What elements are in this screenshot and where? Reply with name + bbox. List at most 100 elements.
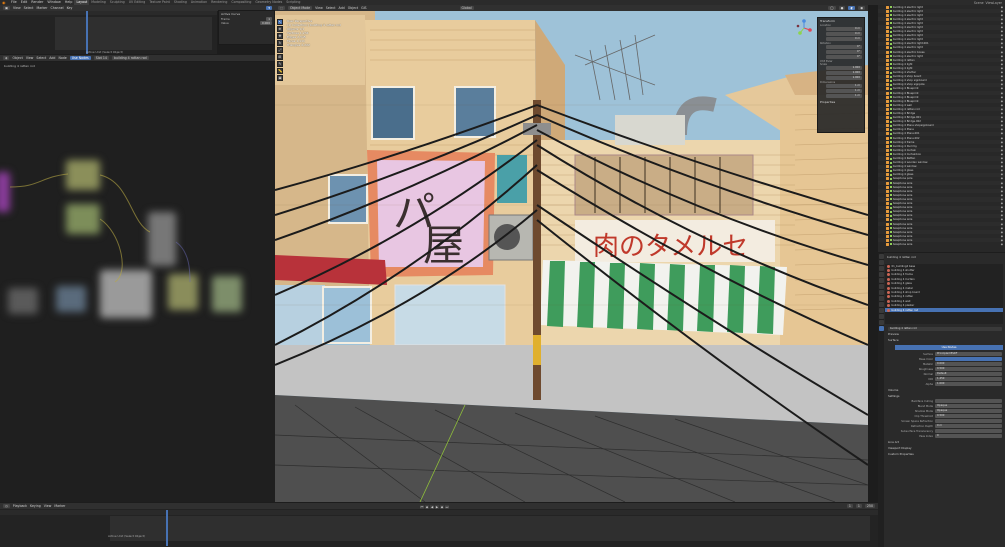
visibility-toggle-icon[interactable]: ◉ [1001, 173, 1005, 176]
mesh-data-icon[interactable] [890, 177, 892, 180]
mesh-data-icon[interactable] [890, 206, 892, 209]
visibility-toggle-icon[interactable]: ◉ [1001, 42, 1005, 45]
tab-output-icon[interactable] [878, 266, 884, 271]
dimensions-x-field[interactable]: 1 m [826, 84, 862, 88]
mesh-data-icon[interactable] [890, 6, 892, 9]
viewport-menu-gis[interactable]: GIS [361, 6, 366, 10]
viewport-editor-type-button[interactable]: ⬚ [278, 5, 286, 11]
visibility-toggle-icon[interactable]: ◉ [1001, 79, 1005, 82]
mesh-data-icon[interactable] [890, 231, 892, 234]
mesh-data-icon[interactable] [890, 132, 892, 135]
visibility-toggle-icon[interactable]: ◉ [1001, 100, 1005, 103]
property-field[interactable]: 0 [935, 434, 1002, 438]
visibility-toggle-icon[interactable]: ◉ [1001, 206, 1005, 209]
visibility-toggle-icon[interactable]: ◉ [1001, 120, 1005, 123]
mesh-data-icon[interactable] [890, 71, 892, 74]
mesh-data-icon[interactable] [890, 55, 892, 58]
property-field[interactable]: Opaque [935, 409, 1002, 413]
visibility-toggle-icon[interactable]: ◉ [1001, 108, 1005, 111]
outliner-row[interactable]: telephone wire ◉ [878, 242, 1005, 246]
node-menu-view[interactable]: View [26, 56, 34, 60]
mesh-data-icon[interactable] [890, 239, 892, 242]
viewport-menu-add[interactable]: Add [339, 6, 345, 10]
tab-tool-icon[interactable] [878, 254, 884, 259]
mesh-data-icon[interactable] [890, 149, 892, 152]
mesh-data-icon[interactable] [890, 108, 892, 111]
timeline-area[interactable]: ◷ Playback Keying View Marker 1 1 250 ⏮ … [0, 503, 878, 547]
dopesheet-menu-select[interactable]: Select [24, 6, 34, 10]
rotation-x-field[interactable]: 0° [826, 45, 862, 49]
mesh-data-icon[interactable] [890, 153, 892, 156]
dopesheet-menu-view[interactable]: View [13, 6, 21, 10]
material-name-field[interactable]: building 4 rattan rod [888, 326, 1002, 331]
property-field[interactable]: 0.500 [935, 367, 1002, 371]
blender-logo-icon[interactable]: ◉ [2, 0, 7, 5]
mesh-data-icon[interactable] [890, 214, 892, 217]
viewport-menu-view[interactable]: View [315, 6, 323, 10]
visibility-toggle-icon[interactable]: ◉ [1001, 177, 1005, 180]
visibility-toggle-icon[interactable]: ◉ [1001, 223, 1005, 226]
mesh-data-icon[interactable] [890, 87, 892, 90]
tab-physics-icon[interactable] [878, 308, 884, 313]
cursor-tool-icon[interactable]: ⊕ [277, 26, 283, 32]
visibility-toggle-icon[interactable]: ◉ [1001, 235, 1005, 238]
visibility-toggle-icon[interactable]: ◉ [1001, 214, 1005, 217]
visibility-toggle-icon[interactable]: ◉ [1001, 149, 1005, 152]
value-field[interactable]: 0.000 [259, 21, 272, 25]
mesh-data-icon[interactable] [890, 202, 892, 205]
mesh-data-icon[interactable] [890, 67, 892, 70]
visibility-toggle-icon[interactable]: ◉ [1001, 194, 1005, 197]
tab-world-icon[interactable] [878, 284, 884, 289]
material-selector[interactable]: building 4 rattan rod [111, 55, 149, 61]
visibility-toggle-icon[interactable]: ◉ [1001, 18, 1005, 21]
jump-start-icon[interactable]: ⏮ [420, 505, 424, 509]
viewport-menu-object[interactable]: Object [348, 6, 358, 10]
visibility-toggle-icon[interactable]: ◉ [1001, 71, 1005, 74]
visibility-toggle-icon[interactable]: ◉ [1001, 116, 1005, 119]
mesh-data-icon[interactable] [890, 173, 892, 176]
timeline-menu-view[interactable]: View [44, 504, 52, 508]
timeline-playhead[interactable] [166, 510, 168, 546]
mesh-data-icon[interactable] [890, 14, 892, 17]
mesh-data-icon[interactable] [890, 92, 892, 95]
visibility-toggle-icon[interactable]: ◉ [1001, 186, 1005, 189]
mesh-data-icon[interactable] [890, 42, 892, 45]
end-frame-field[interactable]: 250 [864, 503, 875, 509]
mesh-data-icon[interactable] [890, 75, 892, 78]
visibility-toggle-icon[interactable]: ◉ [1001, 10, 1005, 13]
visibility-toggle-icon[interactable]: ◉ [1001, 67, 1005, 70]
property-field[interactable] [935, 429, 1002, 433]
property-field[interactable]: Opaque [935, 404, 1002, 408]
use-nodes-toggle[interactable]: Use Nodes [69, 55, 91, 61]
shading-rendered-button[interactable]: ◉ [858, 5, 865, 11]
property-field[interactable]: Principled BSDF [935, 352, 1002, 356]
property-field[interactable]: Default [935, 372, 1002, 376]
property-field[interactable] [935, 419, 1002, 423]
property-field[interactable]: 0.000 [935, 362, 1002, 366]
mesh-data-icon[interactable] [890, 227, 892, 230]
node-editor-canvas[interactable]: building 4 rattan rod [0, 62, 275, 502]
visibility-toggle-icon[interactable]: ◉ [1001, 51, 1005, 54]
tab-constraints-icon[interactable] [878, 314, 884, 319]
visibility-toggle-icon[interactable]: ◉ [1001, 227, 1005, 230]
timeline-menu-playback[interactable]: Playback [13, 504, 27, 508]
visibility-toggle-icon[interactable]: ◉ [1001, 30, 1005, 33]
current-frame-field[interactable]: 1 [846, 503, 853, 509]
tab-particles-icon[interactable] [878, 302, 884, 307]
mesh-data-icon[interactable] [890, 18, 892, 21]
navigation-gizmo-icon[interactable] [795, 19, 813, 37]
visibility-toggle-icon[interactable]: ◉ [1001, 104, 1005, 107]
visibility-toggle-icon[interactable]: ◉ [1001, 190, 1005, 193]
visibility-toggle-icon[interactable]: ◉ [1001, 169, 1005, 172]
mesh-data-icon[interactable] [890, 182, 892, 185]
mesh-data-icon[interactable] [890, 100, 892, 103]
dimensions-z-field[interactable]: 1 m [826, 94, 862, 98]
select-box-tool-icon[interactable]: ↖ [277, 19, 283, 25]
mesh-data-icon[interactable] [890, 165, 892, 168]
mesh-data-icon[interactable] [890, 10, 892, 13]
surface-panel-header[interactable]: Surface [885, 337, 1005, 343]
mesh-data-icon[interactable] [890, 198, 892, 201]
properties-section[interactable]: Properties [818, 99, 864, 105]
mesh-data-icon[interactable] [890, 186, 892, 189]
visibility-toggle-icon[interactable]: ◉ [1001, 26, 1005, 29]
